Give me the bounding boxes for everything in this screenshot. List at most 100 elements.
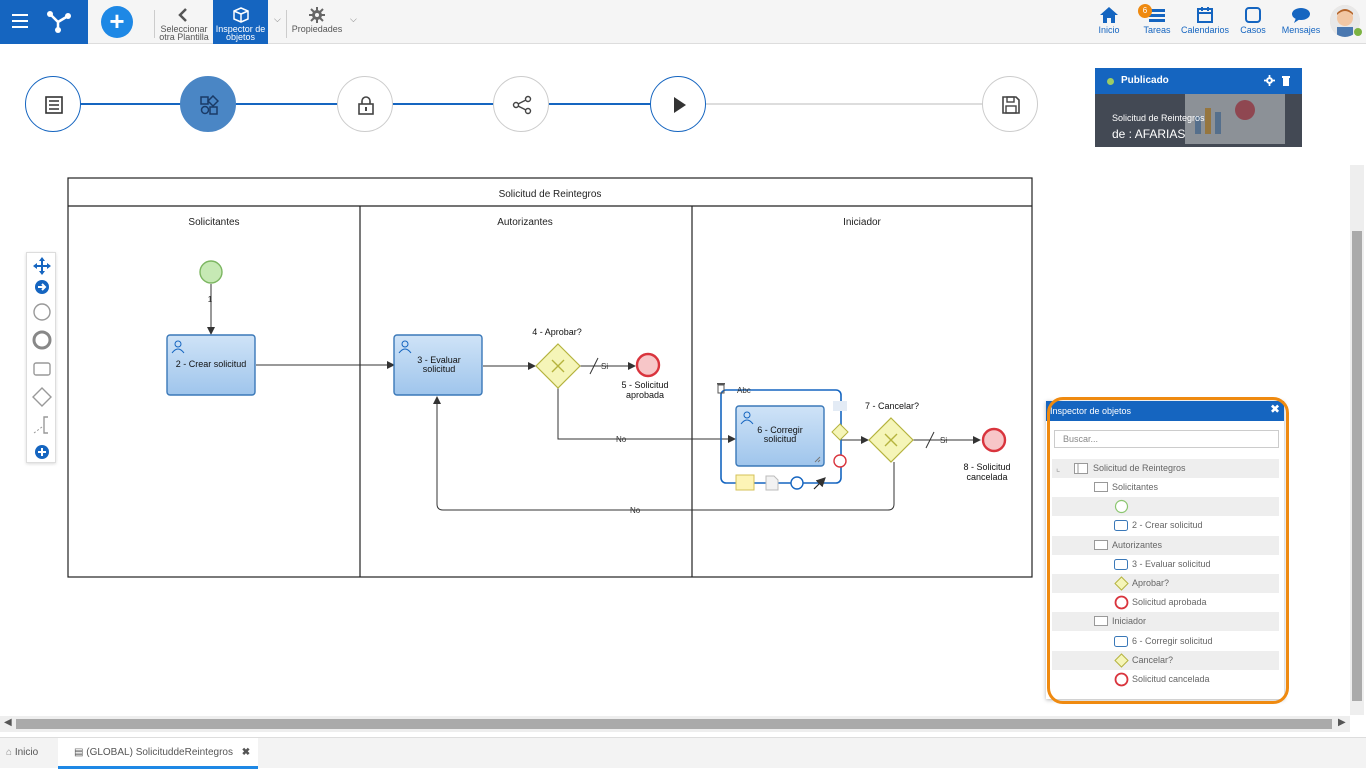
close-icon[interactable]: ✖ [1270,402,1280,416]
connector-arrow-icon[interactable] [32,277,52,297]
vertical-scrollbar[interactable] [1350,165,1364,715]
tree-item-task[interactable]: 3 - Evaluar solicitud [1052,555,1279,574]
start-event-icon[interactable] [32,302,52,322]
end-event-8[interactable] [981,427,1007,453]
tab-current[interactable]: ▤ (GLOBAL) SolicituddeReintegros ✖ [58,738,259,769]
panel-title: Inspector de objetos [1046,401,1284,421]
tree-item-start-event[interactable] [1052,497,1279,516]
step-form[interactable] [25,76,81,132]
end-8-label-2: cancelada [966,472,1007,482]
tree-item-lane[interactable]: Solicitantes [1052,478,1279,497]
nav-cases[interactable]: Casos [1238,0,1268,44]
start-event-icon [1114,499,1129,514]
context-tool-placeholder[interactable] [833,401,847,411]
search-input[interactable]: Buscar... [1054,430,1279,448]
start-event[interactable] [199,260,223,284]
logo-icon[interactable] [44,8,72,34]
chevron-down-icon[interactable]: ⌵ [350,14,357,25]
nav-messages[interactable]: Mensajes [1280,0,1322,44]
end-8-label-1: 8 - Solicitud [963,462,1010,472]
properties-button[interactable]: Propiedades [290,0,344,44]
play-icon [674,97,686,113]
step-share[interactable] [493,76,549,132]
tree-item-label: 3 - Evaluar solicitud [1132,559,1211,569]
chevron-left-icon [178,8,187,22]
gateway-icon[interactable] [32,387,52,407]
horizontal-scrollbar[interactable]: ◀ ▶ [0,716,1350,732]
scrollbar-thumb[interactable] [1352,231,1362,701]
lane-icon [1094,616,1108,626]
annotation-tool-abc[interactable]: Abc [737,386,751,395]
step-run[interactable] [650,76,706,132]
task-6-corregir-solicitud[interactable]: 6 - Corregir solicitud [735,405,825,467]
gateway-icon [1114,653,1129,668]
tree-item-label: Iniciador [1112,616,1147,626]
tree-item-label: 2 - Crear solicitud [1132,520,1203,530]
annotation-icon[interactable] [32,415,52,435]
add-more-icon[interactable] [32,442,52,462]
gateway-4-label: 4 - Aprobar? [532,327,582,337]
nav-calendars[interactable]: Calendarios [1181,0,1229,44]
tree-item-lane[interactable]: Autorizantes [1052,536,1279,555]
tree-item-task[interactable]: 6 - Corregir solicitud [1052,632,1279,651]
object-inspector-panel: Inspector de objetos ✖ Buscar... ⌞ Solic… [1046,401,1284,699]
object-inspector-button[interactable]: Inspector de objetos [213,0,268,44]
tree-item-label: 6 - Corregir solicitud [1132,636,1213,646]
tab-home-label: Inicio [14,747,39,758]
tree-item-label: Cancelar? [1132,655,1174,665]
context-event-tool[interactable] [790,476,804,490]
context-end-event-tool[interactable] [833,454,847,468]
chat-icon [1292,8,1310,23]
tree-item-gateway[interactable]: Aprobar? [1052,574,1279,593]
step-process-design[interactable] [180,76,236,132]
pool-title[interactable]: Solicitud de Reintegros [499,189,602,200]
task-6-label-2: solicitud [764,434,797,444]
context-document-tool[interactable] [765,475,779,491]
task-3-evaluar-solicitud[interactable]: 3 - Evaluar solicitud [393,334,483,396]
end-event-icon[interactable] [32,330,52,350]
menu-icon[interactable] [12,14,28,28]
card-title: Solicitud de Reintegros [1112,113,1205,123]
tree-item-end-event[interactable]: Solicitud aprobada [1052,593,1279,612]
nav-home[interactable]: Inicio [1094,0,1124,44]
tree-item-pool[interactable]: ⌞ Solicitud de Reintegros [1052,459,1279,478]
trash-icon[interactable] [1281,75,1291,86]
add-button[interactable]: + [101,6,133,38]
tree-item-end-event[interactable]: Solicitud cancelada [1052,670,1279,689]
chevron-down-icon[interactable]: ⌵ [274,14,281,25]
select-template-button[interactable]: Seleccionar otra Plantilla [157,0,211,44]
tree-item-gateway[interactable]: Cancelar? [1052,651,1279,670]
move-icon[interactable] [32,256,52,276]
properties-label: Propiedades [291,24,343,34]
scrollbar-thumb[interactable] [16,719,1332,729]
end-5-label-1: 5 - Solicitud [621,380,668,390]
lane-iniciador[interactable]: Iniciador [843,217,881,228]
share-icon [512,95,532,115]
step-save[interactable] [982,76,1038,132]
tree-item-lane[interactable]: Iniciador [1052,612,1279,631]
scroll-right-icon[interactable]: ▶ [1338,717,1346,728]
gear-icon [309,7,325,23]
gateway-icon [1114,576,1129,591]
nav-tasks[interactable]: 6 Tareas [1138,0,1174,44]
settings-gear-icon[interactable] [1264,75,1275,86]
step-security[interactable] [337,76,393,132]
tab-home[interactable]: ⌂ Inicio [6,747,38,758]
nav-home-label: Inicio [1098,25,1120,35]
flow-no-label-2: No [630,506,641,515]
close-icon[interactable]: ✖ [242,747,250,758]
lane-autorizantes[interactable]: Autorizantes [497,217,553,228]
lane-solicitantes[interactable]: Solicitantes [188,217,239,228]
app-header-brand [0,0,88,44]
task-2-crear-solicitud[interactable]: 2 - Crear solicitud [166,334,256,396]
tree-item-task[interactable]: 2 - Crear solicitud [1052,516,1279,535]
status-dot [1107,78,1114,85]
pool-icon [1074,463,1088,474]
task-icon[interactable] [32,359,52,379]
template-card: Publicado Solicitud de Reintegros de : A… [1095,68,1302,147]
nav-messages-label: Mensajes [1281,25,1321,35]
scroll-left-icon[interactable]: ◀ [4,717,12,728]
end-event-5[interactable] [635,352,661,378]
shapes-icon [200,95,219,115]
context-task-tool[interactable] [735,474,755,491]
